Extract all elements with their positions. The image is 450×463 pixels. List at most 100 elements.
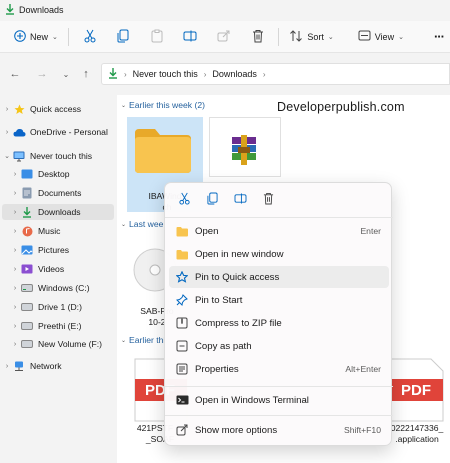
sidebar-item-documents[interactable]: › Documents [10, 185, 122, 201]
chevron-right-icon: › [13, 265, 17, 273]
sidebar-item-network[interactable]: › Network [2, 358, 114, 374]
breadcrumb-item[interactable]: Never touch this [133, 69, 198, 79]
sidebar-item-pictures[interactable]: › Pictures [10, 242, 122, 258]
drive-icon [20, 320, 34, 332]
menu-item-shortcut: Shift+F10 [343, 425, 381, 435]
menu-item-label: Open in new window [195, 248, 284, 260]
group-header[interactable]: ⌄ Last wee [121, 219, 163, 229]
sidebar-item-preethi-e[interactable]: › Preethi (E:) [10, 318, 122, 334]
menu-item-pin-quick-access[interactable]: Pin to Quick access [169, 266, 389, 288]
chevron-down-icon: ⌄ [4, 153, 10, 160]
menu-item-shortcut: Alt+Enter [345, 364, 381, 374]
chevron-down-icon: ⌄ [398, 33, 404, 41]
plus-icon [14, 29, 26, 44]
sidebar-item-videos[interactable]: › Videos [10, 261, 122, 277]
context-quick-actions [165, 183, 393, 215]
up-button[interactable]: ↑ [74, 62, 98, 86]
open-window-icon [169, 249, 195, 260]
group-label: Last wee [129, 219, 164, 229]
context-delete-button[interactable] [257, 188, 279, 210]
copy-button[interactable] [106, 25, 140, 49]
chevron-right-icon: › [5, 128, 9, 136]
cloud-icon [12, 126, 26, 138]
zip-icon [169, 317, 195, 329]
sidebar-item-label: Videos [38, 264, 65, 274]
breadcrumb-separator: › [262, 69, 266, 79]
copy-icon [117, 29, 129, 45]
menu-item-label: Pin to Start [195, 294, 243, 306]
sidebar-item-never-touch-this[interactable]: ⌄ Never touch this [2, 148, 114, 164]
menu-item-open[interactable]: Open Enter [169, 220, 389, 242]
context-menu: Open Enter Open in new window Pin to Qui… [164, 182, 393, 446]
address-bar[interactable]: › Never touch this › Downloads › [101, 63, 450, 85]
sidebar-item-label: Drive 1 (D:) [38, 302, 82, 312]
menu-item-compress-zip[interactable]: Compress to ZIP file [169, 312, 389, 334]
sidebar-item-desktop[interactable]: › Desktop [10, 166, 122, 182]
arrow-left-icon: ← [9, 68, 21, 80]
star-icon [12, 103, 26, 115]
pdf-tag: PDF [401, 382, 431, 399]
cut-button[interactable] [73, 25, 107, 49]
group-header[interactable]: ⌄ Earlier thi [121, 335, 165, 345]
chevron-down-icon: ⌄ [121, 221, 127, 228]
rename-button[interactable] [174, 25, 208, 49]
paste-button[interactable] [140, 25, 174, 49]
menu-item-label: Pin to Quick access [195, 271, 280, 283]
new-button[interactable]: New ⌄ [8, 25, 64, 49]
sidebar-item-new-volume-f[interactable]: › New Volume (F:) [10, 336, 122, 352]
menu-item-label: Compress to ZIP file [195, 317, 282, 329]
chevron-right-icon: › [13, 284, 17, 292]
menu-item-shortcut: Enter [360, 226, 381, 236]
pdf-file-icon: PDF [387, 357, 447, 423]
music-icon [20, 225, 34, 237]
watermark-text: Developerpublish.com [277, 100, 405, 114]
menu-item-label: Show more options [195, 424, 278, 436]
sidebar-item-quick-access[interactable]: › Quick access [2, 101, 114, 117]
context-copy-button[interactable] [201, 188, 223, 210]
view-label: View [374, 31, 395, 42]
sidebar-item-label: Desktop [38, 169, 70, 179]
group-header[interactable]: ⌄ Earlier this week (2) [121, 100, 205, 110]
menu-item-properties[interactable]: Properties Alt+Enter [169, 358, 389, 380]
scissors-icon [178, 192, 191, 207]
download-icon [5, 3, 15, 17]
menu-item-open-new-window[interactable]: Open in new window [169, 243, 389, 265]
sort-button[interactable]: Sort ⌄ [283, 25, 339, 49]
menu-item-pin-start[interactable]: Pin to Start [169, 289, 389, 311]
chevron-right-icon: › [5, 105, 9, 113]
open-folder-icon [169, 226, 195, 237]
videos-icon [20, 263, 34, 275]
sidebar-item-windows-c[interactable]: › Windows (C:) [10, 280, 122, 296]
breadcrumb-item[interactable]: Downloads [212, 69, 257, 79]
sidebar-item-label: Pictures [38, 245, 70, 255]
delete-button[interactable] [241, 25, 275, 49]
new-label: New [30, 31, 49, 42]
context-rename-button[interactable] [229, 188, 251, 210]
sidebar-item-label: Documents [38, 188, 82, 198]
more-options-button[interactable]: ··· [428, 25, 450, 49]
back-button[interactable]: ← [3, 62, 27, 86]
sidebar-item-onedrive[interactable]: › OneDrive - Personal [2, 124, 114, 140]
sidebar-item-downloads[interactable]: › Downloads [2, 204, 114, 220]
share-button[interactable] [207, 25, 241, 49]
sidebar-item-label: Quick access [30, 104, 82, 114]
menu-item-label: Properties [195, 363, 239, 375]
chevron-right-icon: › [13, 170, 17, 178]
menu-item-copy-as-path[interactable]: Copy as path [169, 335, 389, 357]
context-cut-button[interactable] [173, 188, 195, 210]
forward-button[interactable]: → [30, 62, 54, 86]
menu-item-open-terminal[interactable]: Open in Windows Terminal [169, 389, 389, 411]
sidebar-item-drive-d[interactable]: › Drive 1 (D:) [10, 299, 122, 315]
group-label: Earlier this week (2) [129, 100, 205, 110]
menu-item-show-more-options[interactable]: Show more options Shift+F10 [169, 419, 389, 441]
sidebar-item-label: Network [30, 361, 62, 371]
view-button[interactable]: View ⌄ [352, 25, 410, 49]
menu-divider [165, 217, 393, 218]
menu-item-label: Copy as path [195, 340, 252, 352]
navigation-pane: › Quick access › OneDrive - Personal ⌄ N… [0, 95, 117, 463]
sidebar-item-music[interactable]: › Music [10, 223, 122, 239]
toolbar-divider [67, 27, 69, 46]
chevron-down-icon: ⌄ [121, 337, 127, 344]
sort-icon [289, 29, 303, 44]
menu-item-label: Open [195, 225, 219, 237]
